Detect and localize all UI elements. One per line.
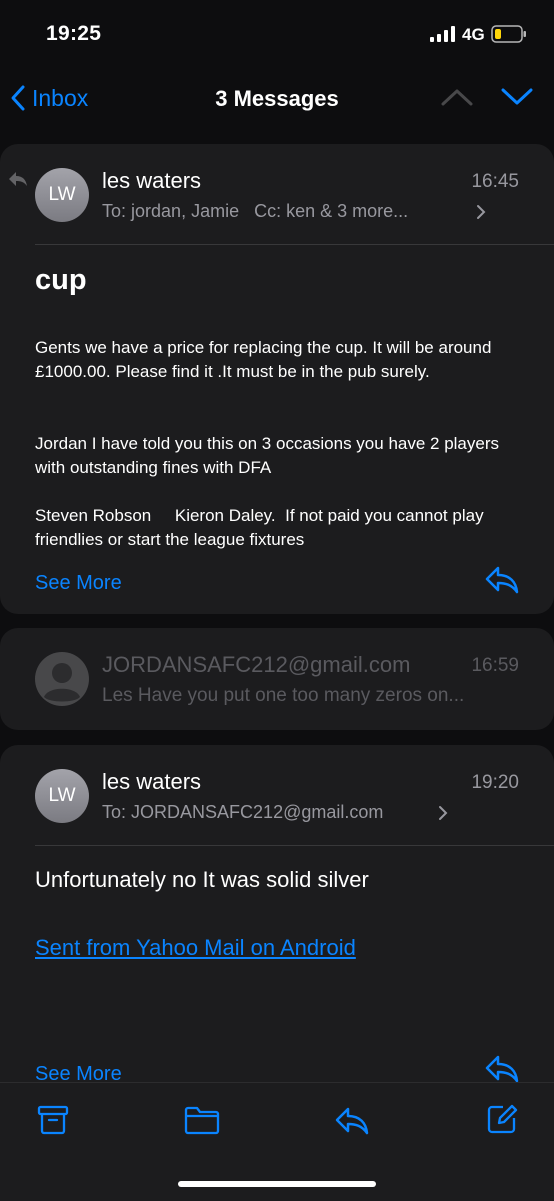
message-card[interactable]: LW les waters 19:20 To: JORDANSAFC212@gm… — [0, 745, 554, 1105]
sender-name: les waters — [102, 769, 202, 794]
network-label: 4G — [462, 25, 485, 44]
reply-icon[interactable] — [484, 564, 520, 596]
replied-indicator-icon — [9, 172, 27, 186]
see-more-button[interactable]: See More — [35, 572, 122, 595]
message-paragraph: Jordan I have told you this on 3 occasio… — [35, 434, 500, 477]
to-label: To: — [102, 201, 127, 221]
message-paragraph: Gents we have a price for replacing the … — [35, 338, 492, 381]
message-body: Unfortunately no It was solid silver — [35, 867, 369, 892]
message-preview: Les Have you put one too many zeros on..… — [102, 685, 465, 706]
battery-icon — [491, 25, 526, 43]
subject: cup — [35, 264, 87, 296]
divider — [35, 845, 554, 846]
home-indicator[interactable] — [178, 1181, 376, 1187]
chevron-right-icon[interactable] — [476, 204, 486, 220]
folder-icon[interactable] — [184, 1105, 220, 1135]
message-card-collapsed[interactable]: JORDANSAFC212@gmail.com 16:59 Les Have y… — [0, 628, 554, 730]
reply-icon[interactable] — [484, 1053, 520, 1085]
archive-icon[interactable] — [37, 1105, 69, 1135]
divider — [35, 244, 554, 245]
message-paragraph: Steven Robson Kieron Daley. If not paid … — [35, 506, 489, 549]
chevron-down-icon[interactable] — [500, 86, 534, 108]
reply-icon[interactable] — [334, 1105, 370, 1137]
to-label: To: — [102, 802, 127, 822]
recipients-line[interactable]: To: JORDANSAFC212@gmail.com — [102, 802, 383, 823]
avatar-placeholder-icon — [35, 652, 89, 706]
avatar: LW — [35, 769, 89, 823]
to-recipients: JORDANSAFC212@gmail.com — [131, 802, 384, 822]
message-card[interactable]: LW les waters 16:45 To: jordan, Jamie Cc… — [0, 144, 554, 614]
recipients-line[interactable]: To: jordan, Jamie Cc: ken & 3 more... — [102, 201, 408, 222]
chevron-right-icon[interactable] — [438, 805, 448, 821]
chevron-up-icon[interactable] — [440, 86, 474, 108]
cc-recipients: ken & 3 more... — [286, 201, 409, 221]
signature-link[interactable]: Sent from Yahoo Mail on Android — [35, 935, 356, 961]
status-time: 19:25 — [46, 22, 102, 45]
to-recipients: jordan, Jamie — [131, 201, 240, 221]
message-time: 16:45 — [471, 171, 519, 192]
sender-name: les waters — [102, 168, 202, 193]
signal-icon — [430, 26, 455, 42]
sender-name: JORDANSAFC212@gmail.com — [102, 652, 411, 677]
message-time: 16:59 — [471, 655, 519, 676]
cc-label: Cc: — [254, 201, 282, 221]
message-time: 19:20 — [471, 772, 519, 793]
compose-icon[interactable] — [486, 1103, 518, 1135]
avatar: LW — [35, 168, 89, 222]
